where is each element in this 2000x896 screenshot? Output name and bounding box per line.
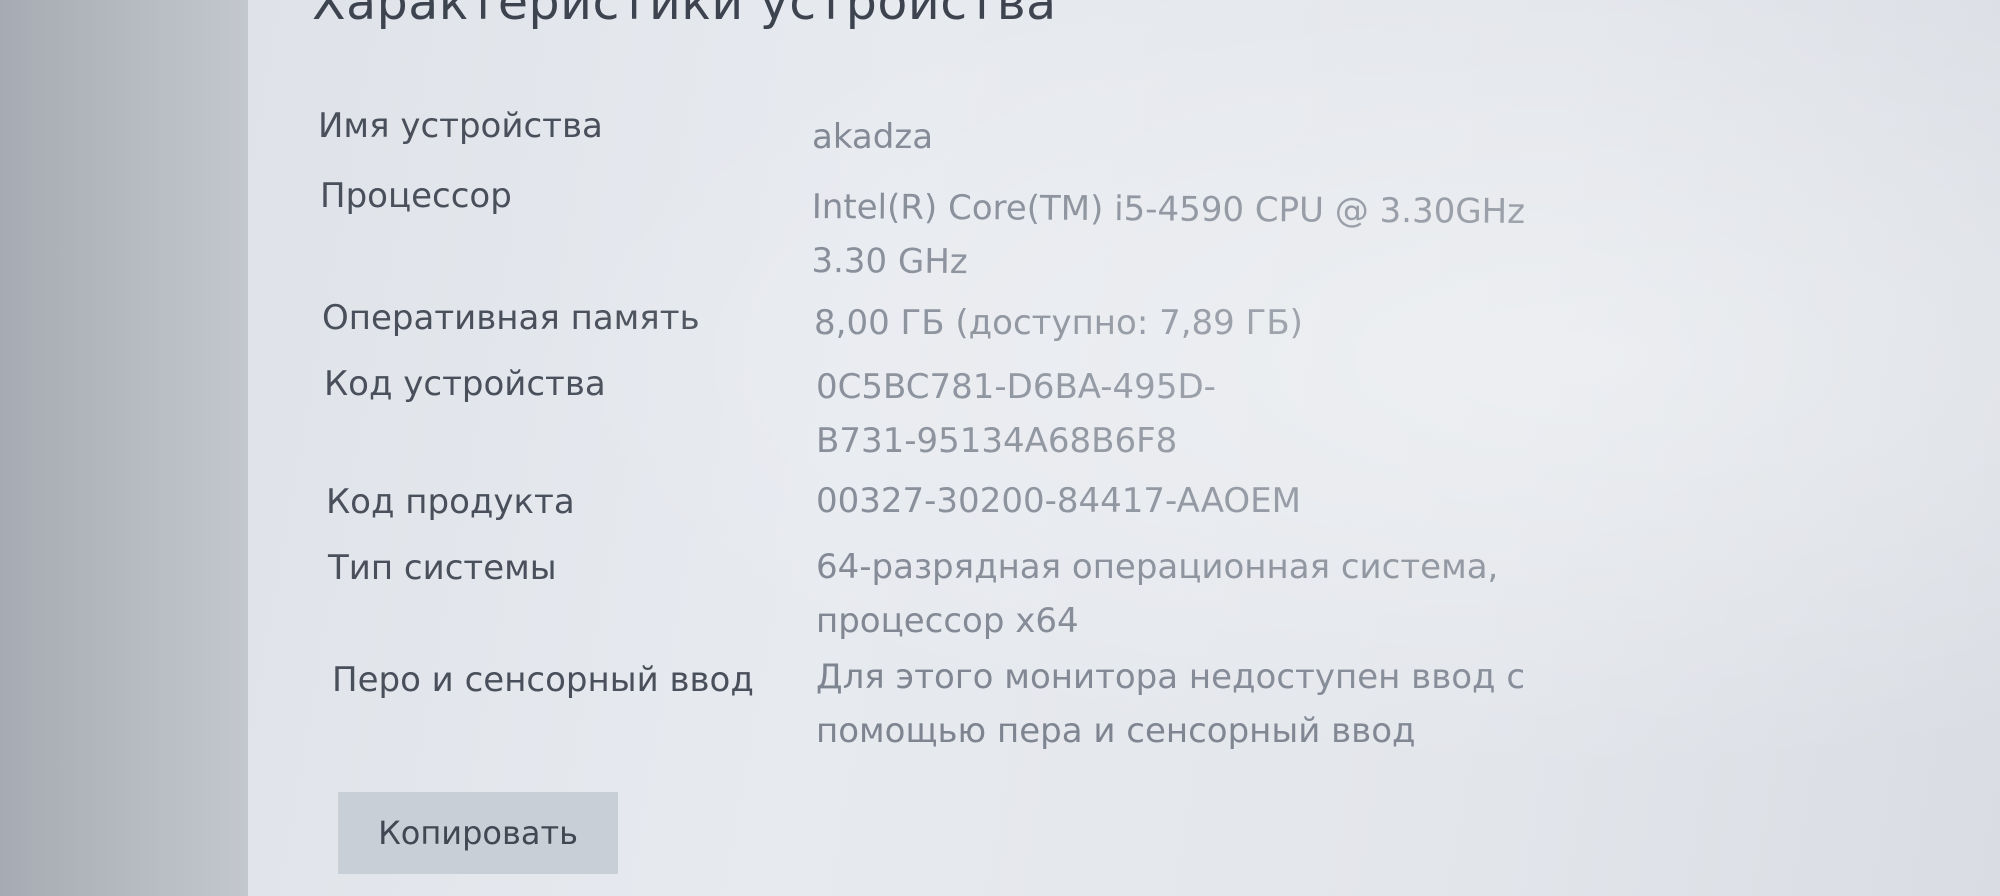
- spec-label-device-id: Код устройства: [324, 364, 606, 404]
- settings-window: Характеристики устройства Имя устройства…: [0, 0, 2000, 896]
- spec-value-system-type: 64-разрядная операционная система, проце…: [816, 547, 1499, 641]
- device-specifications-panel: Характеристики устройства Имя устройства…: [248, 0, 2000, 896]
- spec-value-pen-touch: Для этого монитора недоступен ввод с пом…: [816, 657, 1526, 751]
- spec-value-processor: Intel(R) Core(TM) i5-4590 CPU @ 3.30GHz …: [811, 186, 1526, 283]
- spec-label-processor: Процессор: [320, 176, 512, 216]
- spec-label-device-name: Имя устройства: [318, 106, 603, 146]
- spec-label-product-id: Код продукта: [326, 482, 575, 522]
- copy-button[interactable]: Копировать: [338, 792, 618, 874]
- spec-value-device-name: akadza: [812, 117, 934, 157]
- section-title: Характеристики устройства: [312, 0, 1057, 31]
- spec-label-ram: Оперативная память: [322, 298, 700, 338]
- spec-label-system-type: Тип системы: [328, 548, 557, 588]
- navigation-pane: [0, 0, 278, 896]
- spec-value-ram: 8,00 ГБ (доступно: 7,89 ГБ): [814, 303, 1303, 343]
- spec-label-pen-touch: Перо и сенсорный ввод: [332, 660, 754, 700]
- spec-value-product-id: 00327-30200-84417-AAOEM: [816, 481, 1301, 521]
- spec-value-device-id: 0C5BC781-D6BA-495D- B731-95134A68B6F8: [816, 367, 1216, 461]
